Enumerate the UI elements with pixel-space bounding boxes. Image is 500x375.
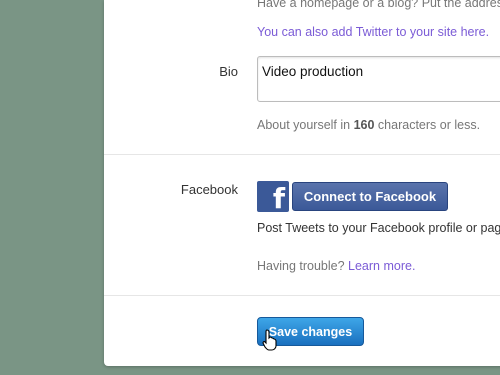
bio-hint-suffix: characters or less. [374,118,481,132]
settings-panel: Have a homepage or a blog? Put the addre… [104,0,500,366]
facebook-logo-icon: f [257,181,289,215]
bio-hint: About yourself in 160 characters or less… [257,118,480,132]
trouble-text: Having trouble? [257,259,349,273]
connect-facebook-button[interactable]: Connect to Facebook [292,182,448,211]
facebook-description: Post Tweets to your Facebook profile or … [257,221,500,235]
facebook-logo-letter: f [272,182,285,215]
learn-more-link[interactable]: Learn more. [348,259,415,273]
bio-hint-prefix: About yourself in [257,118,354,132]
facebook-trouble: Having trouble? Learn more. [257,259,415,273]
twitter-site-link[interactable]: You can also add Twitter to your site he… [257,25,489,39]
section-divider [104,154,500,155]
section-divider [104,295,500,296]
hand-cursor-icon [262,329,277,351]
website-hint: Have a homepage or a blog? Put the addre… [257,0,500,10]
bio-hint-count: 160 [353,118,375,132]
facebook-label: Facebook [180,182,238,197]
bio-label: Bio [219,64,238,79]
bio-textarea[interactable]: Video production [257,56,500,102]
